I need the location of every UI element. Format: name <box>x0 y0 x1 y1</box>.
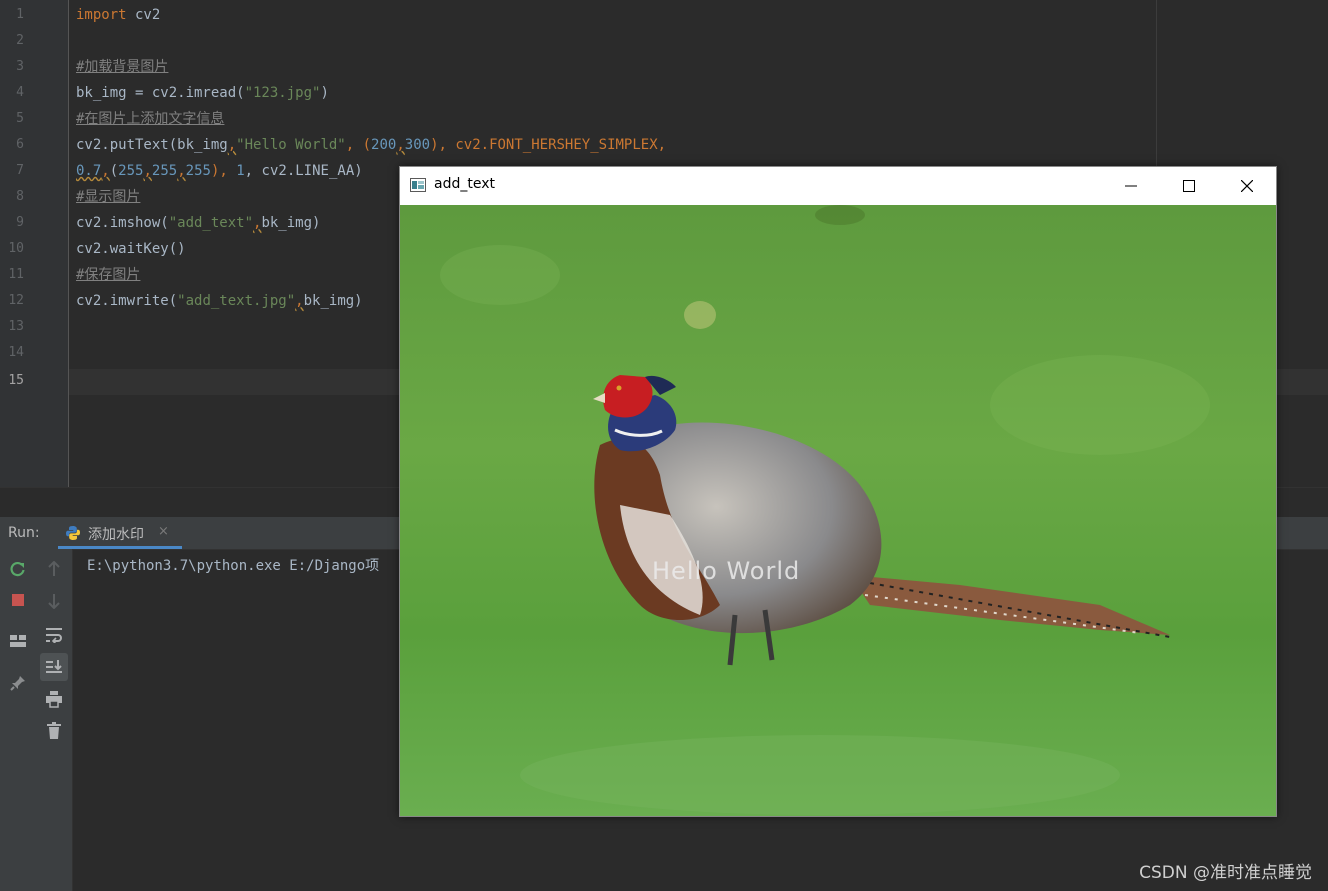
close-icon[interactable]: × <box>158 524 169 539</box>
code-line-11[interactable]: #保存图片 <box>76 262 140 288</box>
code-line-1[interactable]: import cv2 <box>76 2 160 28</box>
opencv-image-window[interactable]: add_text Hello World <box>399 166 1277 817</box>
line-number: 13 <box>8 319 24 334</box>
line-number: 11 <box>8 267 24 282</box>
run-tab-add-watermark[interactable]: 添加水印 × <box>58 517 182 549</box>
code-line-8[interactable]: #显示图片 <box>76 184 140 210</box>
code-line-9[interactable]: cv2.imshow("add_text",bk_img) <box>76 210 320 236</box>
rerun-icon[interactable] <box>6 557 30 581</box>
print-icon[interactable] <box>42 687 66 711</box>
image-overlay-text: Hello World <box>652 557 801 585</box>
down-arrow-icon[interactable] <box>42 589 66 613</box>
line-number-gutter: 1 2 3 4 5 6 7 8 9 10 11 12 13 14 15 <box>0 0 69 487</box>
code-line-12[interactable]: cv2.imwrite("add_text.jpg",bk_img) <box>76 288 363 314</box>
window-titlebar[interactable]: add_text <box>400 167 1276 204</box>
line-number: 1 <box>16 7 24 22</box>
code-line-10[interactable]: cv2.waitKey() <box>76 236 186 262</box>
layout-icon[interactable] <box>6 629 30 653</box>
close-icon <box>1241 179 1253 192</box>
line-number-current: 15 <box>8 373 24 388</box>
minimize-button[interactable] <box>1102 167 1160 204</box>
code-line-7[interactable]: 0.7,(255,255,255), 1, cv2.LINE_AA) <box>76 158 363 184</box>
window-app-icon <box>410 178 426 192</box>
maximize-button[interactable] <box>1160 167 1218 204</box>
code-line-5[interactable]: #在图片上添加文字信息 <box>76 106 224 132</box>
pin-icon[interactable] <box>6 671 30 695</box>
line-number: 5 <box>16 111 24 126</box>
csdn-watermark: CSDN @准时准点睡觉 <box>1139 863 1312 883</box>
line-number: 2 <box>16 33 24 48</box>
pheasant-image: Hello World <box>400 205 1276 816</box>
run-toolbar-left <box>0 549 37 891</box>
line-number: 12 <box>8 293 24 308</box>
line-number: 10 <box>8 241 24 256</box>
line-number: 14 <box>8 345 24 360</box>
code-line-6[interactable]: cv2.putText(bk_img,"Hello World", (200,3… <box>76 132 666 158</box>
line-number: 6 <box>16 137 24 152</box>
line-number: 7 <box>16 163 24 178</box>
minimize-icon <box>1125 185 1137 186</box>
up-arrow-icon[interactable] <box>42 557 66 581</box>
pheasant-photo <box>400 205 1276 816</box>
run-tab-label: 添加水印 <box>88 527 144 543</box>
soft-wrap-icon[interactable] <box>42 623 66 647</box>
line-number: 9 <box>16 215 24 230</box>
run-label: Run: <box>8 525 40 541</box>
run-toolbar-right <box>36 549 73 891</box>
line-number: 3 <box>16 59 24 74</box>
window-title: add_text <box>434 176 495 192</box>
maximize-icon <box>1183 179 1195 192</box>
python-icon <box>66 526 80 540</box>
stop-icon[interactable] <box>6 588 30 612</box>
line-number: 4 <box>16 85 24 100</box>
close-button[interactable] <box>1218 167 1276 204</box>
trash-icon[interactable] <box>42 719 66 743</box>
code-line-4[interactable]: bk_img = cv2.imread("123.jpg") <box>76 80 329 106</box>
scroll-to-end-icon[interactable] <box>40 653 68 681</box>
line-number: 8 <box>16 189 24 204</box>
console-output-line: E:\python3.7\python.exe E:/Django项 <box>87 558 380 574</box>
code-line-3[interactable]: #加载背景图片 <box>76 54 168 80</box>
